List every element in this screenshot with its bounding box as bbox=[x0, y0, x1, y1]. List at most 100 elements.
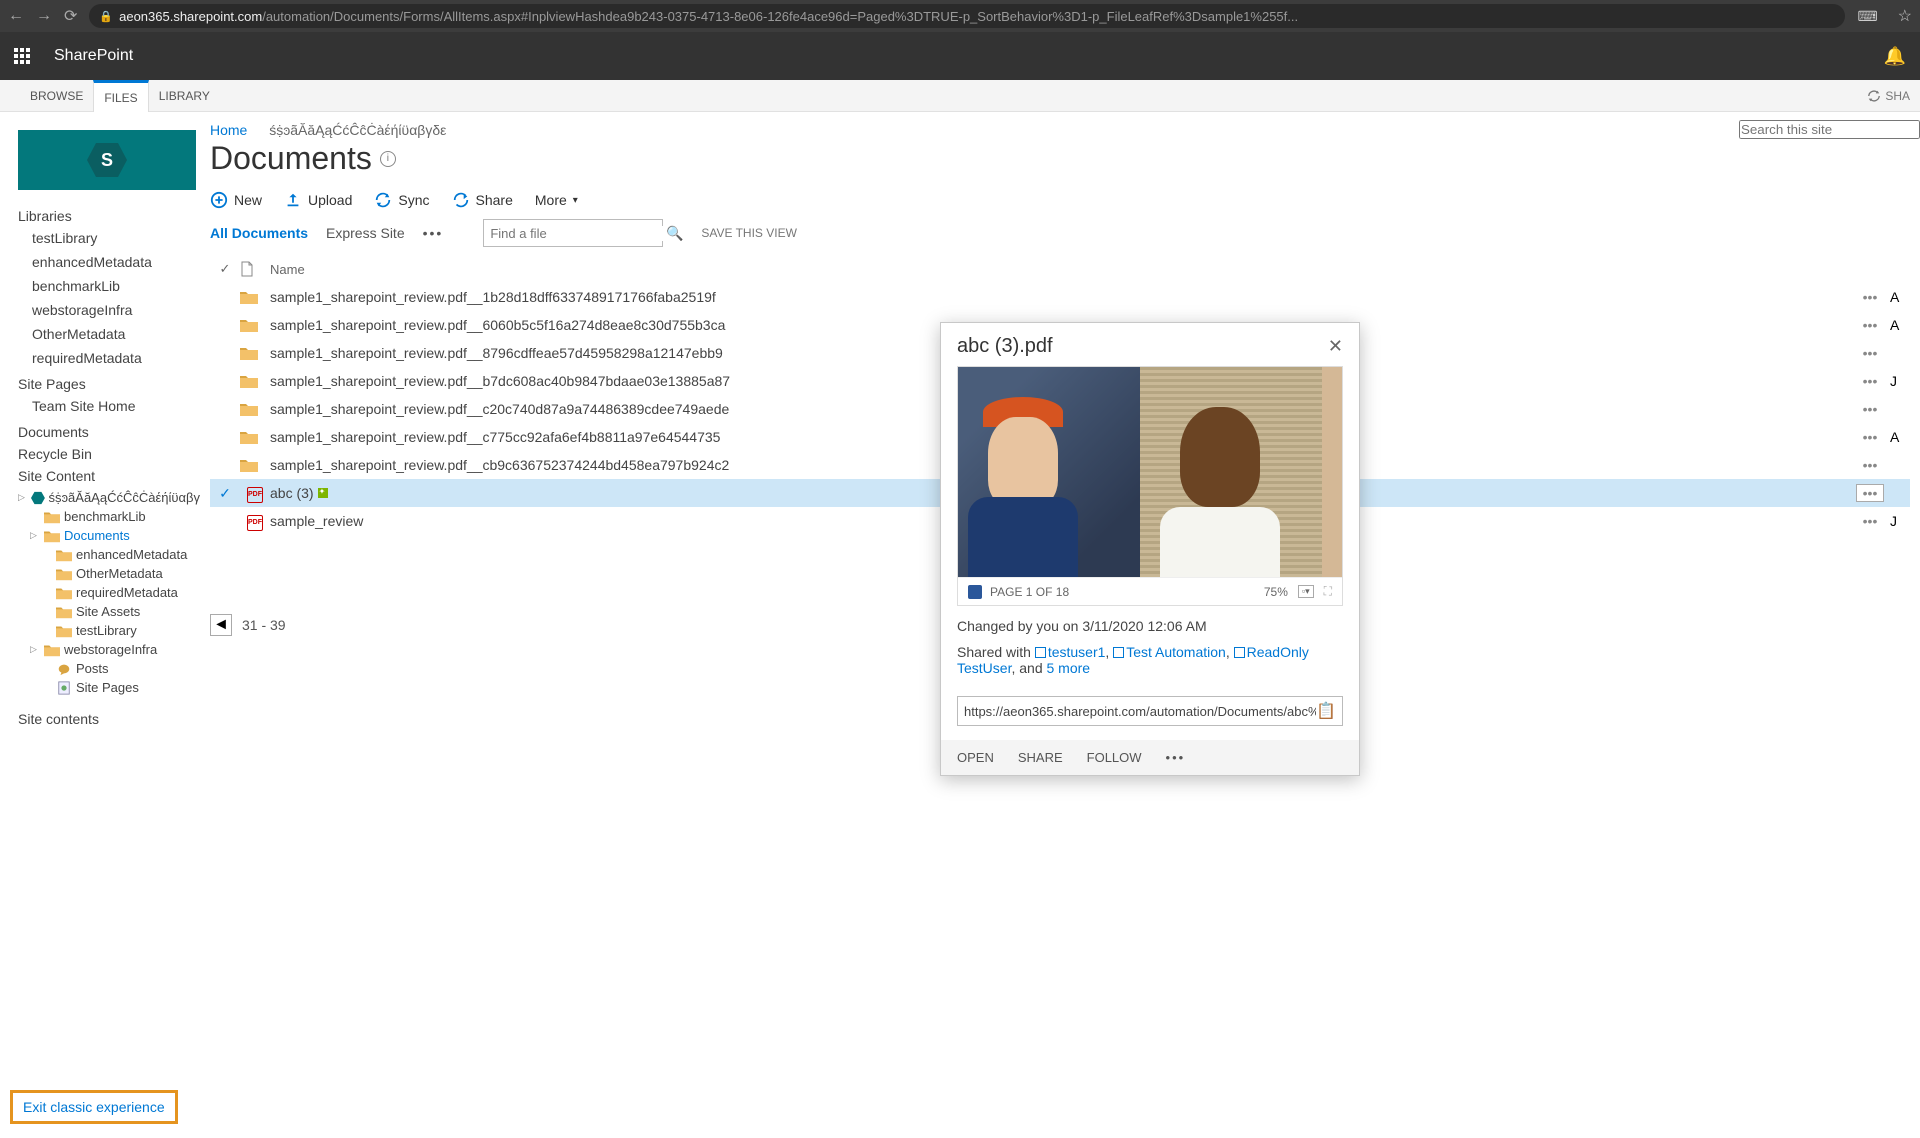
tree-item[interactable]: enhancedMetadata bbox=[18, 545, 200, 564]
row-type-icon bbox=[240, 346, 270, 360]
tree-item[interactable]: Posts bbox=[18, 659, 200, 678]
row-ellipsis-icon[interactable]: ••• bbox=[1857, 289, 1884, 305]
expand-icon[interactable]: ▷ bbox=[30, 530, 40, 541]
user-checkbox-icon[interactable] bbox=[1234, 647, 1245, 658]
shared-user-link[interactable]: testuser1 bbox=[1048, 644, 1106, 660]
save-view-link[interactable]: SAVE THIS VIEW bbox=[701, 226, 797, 240]
user-checkbox-icon[interactable] bbox=[1113, 647, 1124, 658]
copy-icon[interactable]: 📋 bbox=[1316, 701, 1336, 721]
hover-share-button[interactable]: SHARE bbox=[1018, 750, 1063, 765]
hover-more-icon[interactable]: ••• bbox=[1166, 750, 1186, 765]
breadcrumb-site[interactable]: śṩͽãĂăĄąĆćĈĉĊàέήίϋαβγδε bbox=[269, 122, 446, 138]
share-button[interactable]: Share bbox=[452, 191, 513, 209]
breadcrumb-home[interactable]: Home bbox=[210, 122, 247, 138]
nav-site-contents[interactable]: Site contents bbox=[18, 711, 200, 727]
zoom-dropdown-icon[interactable]: ▫▾ bbox=[1298, 585, 1314, 598]
close-icon[interactable]: ✕ bbox=[1328, 336, 1343, 357]
row-ellipsis-icon[interactable]: ••• bbox=[1857, 513, 1884, 529]
nav-section-head[interactable]: Documents bbox=[18, 424, 200, 440]
tree-item-label: webstorageInfra bbox=[64, 642, 157, 657]
back-icon[interactable]: ← bbox=[8, 7, 24, 25]
row-ellipsis-icon[interactable]: ••• bbox=[1857, 345, 1884, 361]
tree-item[interactable]: testLibrary bbox=[18, 621, 200, 640]
new-button[interactable]: New bbox=[210, 191, 262, 209]
ribbon-tabs: BROWSE FILES LIBRARY SHA bbox=[0, 80, 1920, 112]
nav-section-head[interactable]: Site Content bbox=[18, 468, 200, 484]
pager-prev[interactable]: ◄ bbox=[210, 614, 232, 636]
upload-icon bbox=[284, 191, 302, 209]
tree-item[interactable]: ▷śṩͽãĂăĄąĆćĈĉĊàέήίϋαβγ bbox=[18, 488, 200, 507]
browser-chrome: ← → ⟳ 🔒 aeon365.sharepoint.com /automati… bbox=[0, 0, 1920, 32]
view-express-site[interactable]: Express Site bbox=[326, 225, 405, 241]
url-bar[interactable]: 🔒 aeon365.sharepoint.com /automation/Doc… bbox=[89, 4, 1845, 28]
shared-more-link[interactable]: 5 more bbox=[1047, 660, 1091, 676]
reload-icon[interactable]: ⟳ bbox=[64, 6, 77, 26]
row-ellipsis-icon[interactable]: ••• bbox=[1856, 484, 1885, 502]
more-button[interactable]: More ▾ bbox=[535, 192, 578, 208]
suite-app-name[interactable]: SharePoint bbox=[54, 47, 133, 65]
row-ellipsis-icon[interactable]: ••• bbox=[1857, 429, 1884, 445]
sync-icon bbox=[374, 191, 392, 209]
lock-icon: 🔒 bbox=[99, 10, 113, 23]
view-all-documents[interactable]: All Documents bbox=[210, 225, 308, 241]
table-row[interactable]: sample1_sharepoint_review.pdf__1b28d18df… bbox=[210, 283, 1910, 311]
nav-section-head[interactable]: Site Pages bbox=[18, 376, 200, 392]
column-select[interactable]: ✓ bbox=[210, 261, 240, 277]
app-launcher-icon[interactable] bbox=[14, 48, 30, 64]
search-site-input[interactable] bbox=[1739, 120, 1920, 139]
ribbon-tab-library[interactable]: LIBRARY bbox=[149, 80, 220, 112]
row-ellipsis-icon[interactable]: ••• bbox=[1857, 401, 1884, 417]
nav-item[interactable]: OtherMetadata bbox=[18, 322, 200, 346]
column-name[interactable]: Name bbox=[270, 262, 1850, 277]
hover-open-button[interactable]: OPEN bbox=[957, 750, 994, 765]
view-more-icon[interactable]: ••• bbox=[423, 225, 444, 241]
tree-item[interactable]: Site Assets bbox=[18, 602, 200, 621]
ribbon-tab-browse[interactable]: BROWSE bbox=[20, 80, 93, 112]
row-ellipsis-icon[interactable]: ••• bbox=[1857, 317, 1884, 333]
fullscreen-icon[interactable]: ⛶ bbox=[1324, 584, 1332, 599]
find-file-input[interactable] bbox=[490, 226, 666, 241]
site-logo[interactable]: S bbox=[18, 130, 196, 190]
expand-icon[interactable]: ▷ bbox=[18, 492, 27, 503]
column-type-icon[interactable] bbox=[240, 261, 270, 277]
tree-item[interactable]: requiredMetadata bbox=[18, 583, 200, 602]
preview-thumbnail bbox=[958, 367, 1342, 577]
row-ellipsis-icon[interactable]: ••• bbox=[1857, 373, 1884, 389]
nav-item[interactable]: webstorageInfra bbox=[18, 298, 200, 322]
bookmark-icon[interactable]: ☆ bbox=[1898, 6, 1912, 26]
forward-icon[interactable]: → bbox=[36, 7, 52, 25]
translate-icon[interactable]: ⌨ bbox=[1857, 8, 1877, 25]
tree-item[interactable]: ▷ webstorageInfra bbox=[18, 640, 200, 659]
tree-item[interactable]: Site Pages bbox=[18, 678, 200, 697]
row-modified-initial: A bbox=[1890, 317, 1910, 333]
tree-item[interactable]: OtherMetadata bbox=[18, 564, 200, 583]
shared-user-link[interactable]: Test Automation bbox=[1126, 644, 1226, 660]
notifications-icon[interactable]: 🔔 bbox=[1884, 46, 1906, 67]
hover-follow-button[interactable]: FOLLOW bbox=[1087, 750, 1142, 765]
tree-item[interactable]: benchmarkLib bbox=[18, 507, 200, 526]
user-checkbox-icon[interactable] bbox=[1035, 647, 1046, 658]
row-ellipsis-icon[interactable]: ••• bbox=[1857, 457, 1884, 473]
nav-item[interactable]: enhancedMetadata bbox=[18, 250, 200, 274]
tree-item[interactable]: ▷Documents bbox=[18, 526, 200, 545]
ribbon-share[interactable]: SHA bbox=[1867, 89, 1910, 103]
info-icon[interactable]: i bbox=[380, 151, 396, 167]
ribbon-tab-files[interactable]: FILES bbox=[93, 80, 148, 112]
hover-card-url-input[interactable] bbox=[964, 704, 1316, 719]
nav-item[interactable]: testLibrary bbox=[18, 226, 200, 250]
upload-button[interactable]: Upload bbox=[284, 191, 352, 209]
hover-card-preview[interactable]: PAGE 1 OF 18 75% ▫▾ ⛶ bbox=[957, 366, 1343, 606]
find-file-box[interactable]: 🔍 bbox=[483, 219, 663, 247]
nav-section-head[interactable]: Recycle Bin bbox=[18, 446, 200, 462]
exit-classic-experience[interactable]: Exit classic experience bbox=[10, 1090, 178, 1124]
expand-icon[interactable]: ▷ bbox=[30, 644, 40, 655]
nav-section-head[interactable]: Libraries bbox=[18, 208, 200, 224]
tree-item-label: Site Pages bbox=[76, 680, 139, 695]
nav-item[interactable]: benchmarkLib bbox=[18, 274, 200, 298]
sync-button[interactable]: Sync bbox=[374, 191, 429, 209]
row-name[interactable]: sample1_sharepoint_review.pdf__1b28d18df… bbox=[270, 289, 1850, 305]
row-checkbox[interactable]: ✓ bbox=[210, 485, 240, 502]
nav-item[interactable]: requiredMetadata bbox=[18, 346, 200, 370]
nav-item[interactable]: Team Site Home bbox=[18, 394, 200, 418]
search-icon[interactable]: 🔍 bbox=[666, 225, 683, 242]
